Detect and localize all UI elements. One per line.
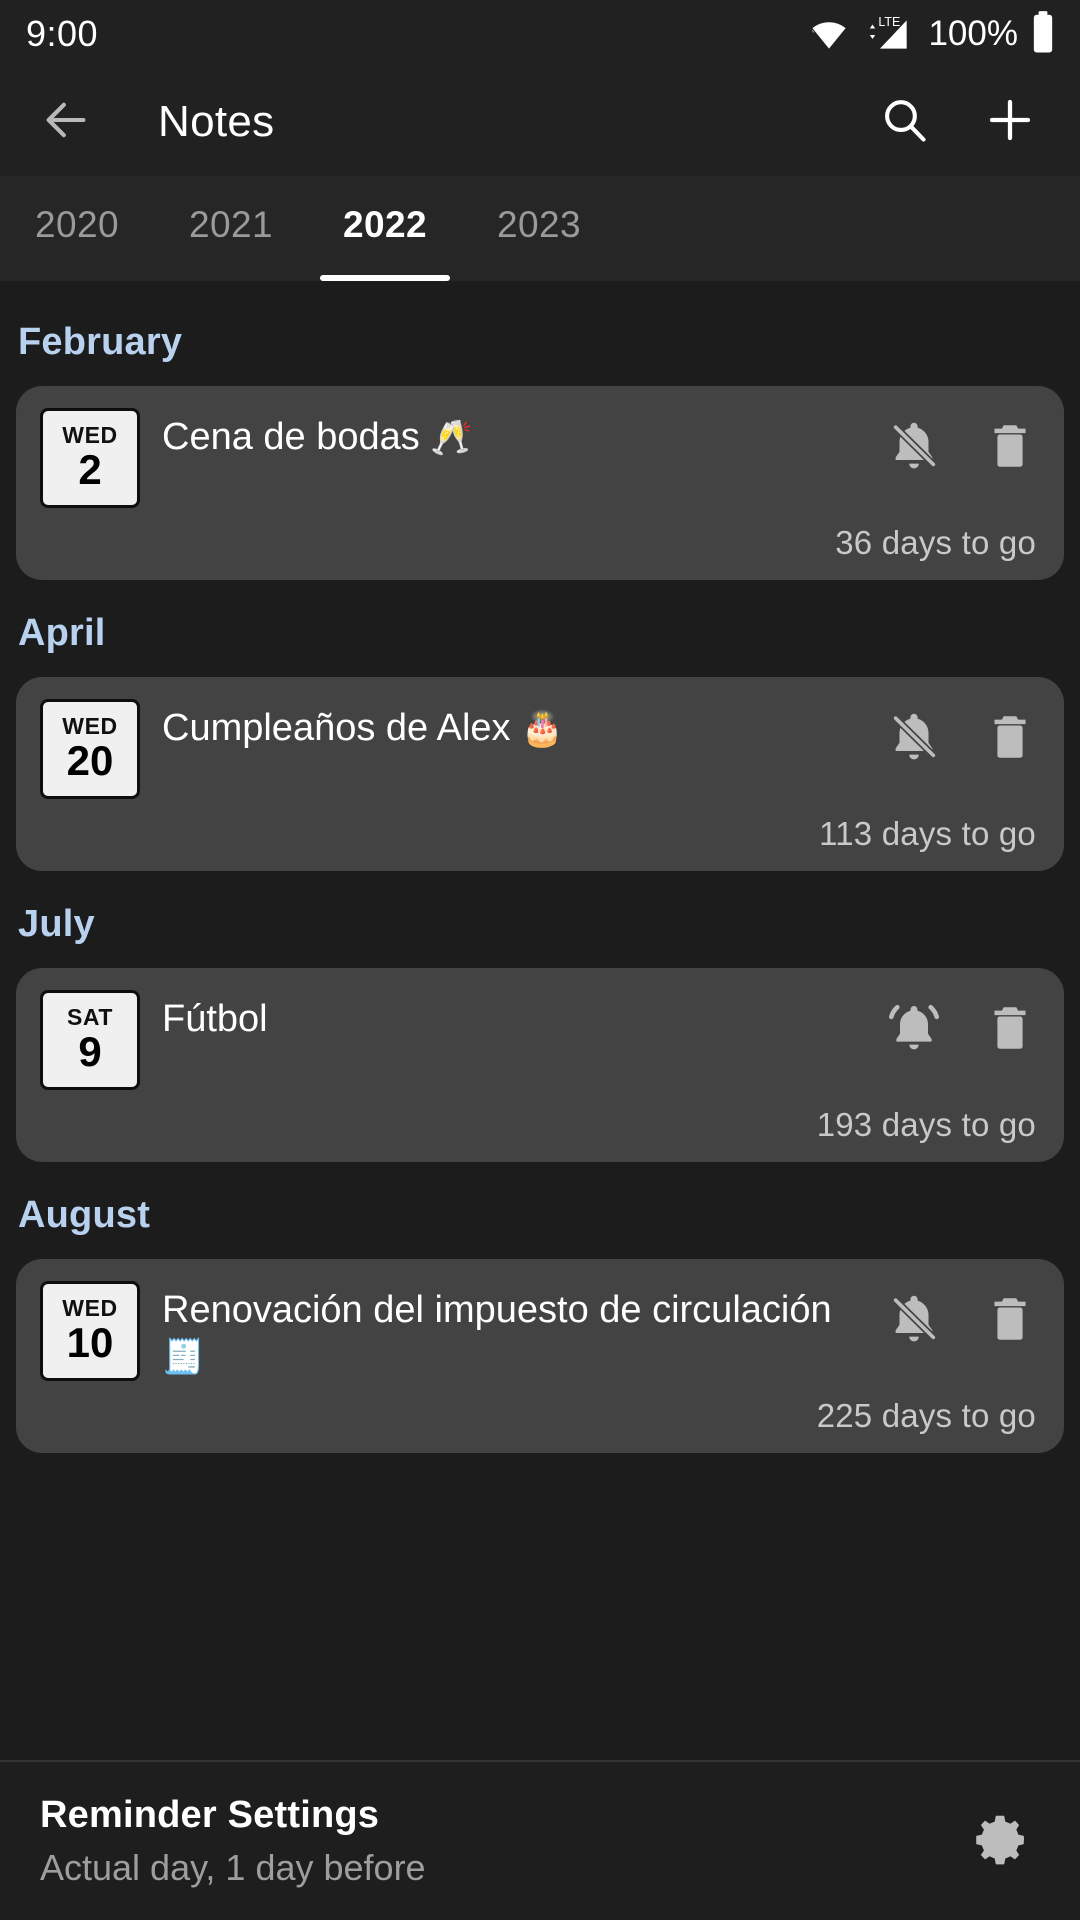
event-emoji: 🥂 [430,419,473,457]
month-header-april: April [18,612,106,654]
tab-label: 2021 [189,204,273,245]
tab-2023[interactable]: 2023 [462,176,616,281]
trash-icon [983,710,1037,769]
days-to-go-label: 225 days to go [816,1397,1036,1434]
cell-signal-icon: LTE [860,11,910,58]
delete-button[interactable] [980,418,1040,478]
reminder-settings-subtitle: Actual day, 1 day before [40,1846,426,1888]
plus-icon [983,93,1037,152]
event-emoji: 🎂 [521,710,564,748]
gear-icon [969,1808,1031,1875]
date-day-number: 9 [78,1027,102,1075]
event-actions [874,699,1040,769]
tab-label: 2020 [35,204,119,245]
event-title-text: Cumpleaños de Alex [162,707,511,749]
battery-full-icon [1030,10,1056,59]
days-to-go-label: 36 days to go [835,524,1036,561]
event-title-text: Cena de bodas [162,416,420,458]
event-title: Cena de bodas 🥂 [162,414,874,460]
tab-2022[interactable]: 2022 [308,176,462,281]
reminder-toggle-button[interactable] [884,1291,944,1351]
date-day-of-week: WED [62,712,118,739]
bell-ringing-icon [885,999,943,1062]
app-bar: Notes [0,68,1080,176]
date-day-of-week: SAT [66,1003,114,1030]
tab-2021[interactable]: 2021 [154,176,308,281]
trash-icon [983,419,1037,478]
event-actions [874,1281,1040,1351]
app-screen: 9:00 LTE 100% Notes 2020 2021 2022 2023 … [0,0,1080,1920]
event-card[interactable]: WED 20 Cumpleaños de Alex 🎂 113 days to … [16,677,1064,871]
wifi-icon [808,11,850,58]
page-title: Notes [158,97,275,146]
delete-button[interactable] [980,1291,1040,1351]
date-day-of-week: WED [62,1294,118,1321]
month-header-february: February [18,321,183,363]
event-emoji: 🧾 [162,1338,205,1377]
add-note-button[interactable] [974,86,1046,158]
trash-icon [983,1292,1037,1351]
back-button[interactable] [34,90,98,154]
reminder-settings-title: Reminder Settings [40,1793,380,1836]
bell-off-icon [885,417,943,480]
trash-icon [983,1001,1037,1060]
event-title: Renovación del impuesto de circulación 🧾 [162,1287,874,1380]
reminder-settings-text: Reminder Settings Actual day, 1 day befo… [40,1794,962,1889]
event-content: Cumpleaños de Alex 🎂 [162,699,874,751]
date-badge: WED 20 [40,699,140,799]
event-card[interactable]: SAT 9 Fútbol 193 days to go [16,968,1064,1162]
date-day-number: 20 [66,736,114,784]
reminder-toggle-button[interactable] [884,1000,944,1060]
status-indicators: LTE 100% [808,10,1056,59]
tab-label: 2023 [497,204,581,245]
search-button[interactable] [868,86,940,158]
days-to-go-label: 113 days to go [819,815,1036,852]
svg-text:LTE: LTE [879,15,901,29]
status-bar: 9:00 LTE 100% [0,0,1080,68]
reminder-settings-bar[interactable]: Reminder Settings Actual day, 1 day befo… [0,1760,1080,1920]
delete-button[interactable] [980,709,1040,769]
event-card-row: WED 10 Renovación del impuesto de circul… [40,1281,1040,1381]
event-title: Cumpleaños de Alex 🎂 [162,705,874,751]
event-card[interactable]: WED 10 Renovación del impuesto de circul… [16,1259,1064,1453]
event-content: Fútbol [162,990,874,1042]
delete-button[interactable] [980,1000,1040,1060]
date-badge: SAT 9 [40,990,140,1090]
month-header-august: August [18,1194,151,1236]
bell-off-icon [885,1290,943,1353]
status-clock: 9:00 [26,13,99,54]
date-badge: WED 10 [40,1281,140,1381]
notes-list[interactable]: February WED 2 Cena de bodas 🥂 36 days t… [0,281,1080,1760]
date-badge: WED 2 [40,408,140,508]
event-card-row: WED 2 Cena de bodas 🥂 [40,408,1040,508]
event-content: Cena de bodas 🥂 [162,408,874,460]
bell-off-icon [885,708,943,771]
event-title-text: Renovación del impuesto de circulación [162,1289,832,1331]
event-actions [874,990,1040,1060]
settings-button[interactable] [962,1803,1038,1879]
date-day-number: 2 [78,445,102,493]
tab-label: 2022 [343,204,427,245]
days-to-go-label: 193 days to go [816,1106,1036,1143]
event-card-row: WED 20 Cumpleaños de Alex 🎂 [40,699,1040,799]
event-title-text: Fútbol [162,998,268,1040]
battery-percent-label: 100% [928,14,1018,53]
month-header-july: July [18,903,95,945]
event-content: Renovación del impuesto de circulación 🧾 [162,1281,874,1380]
date-day-number: 10 [66,1318,114,1366]
reminder-toggle-button[interactable] [884,418,944,478]
event-actions [874,408,1040,478]
search-icon [878,94,930,151]
back-arrow-icon [40,94,92,151]
reminder-toggle-button[interactable] [884,709,944,769]
event-card[interactable]: WED 2 Cena de bodas 🥂 36 days to go [16,386,1064,580]
date-day-of-week: WED [62,421,118,448]
event-title: Fútbol [162,996,874,1042]
event-card-row: SAT 9 Fútbol [40,990,1040,1090]
tab-2020[interactable]: 2020 [0,176,154,281]
year-tab-bar: 2020 2021 2022 2023 [0,176,1080,281]
